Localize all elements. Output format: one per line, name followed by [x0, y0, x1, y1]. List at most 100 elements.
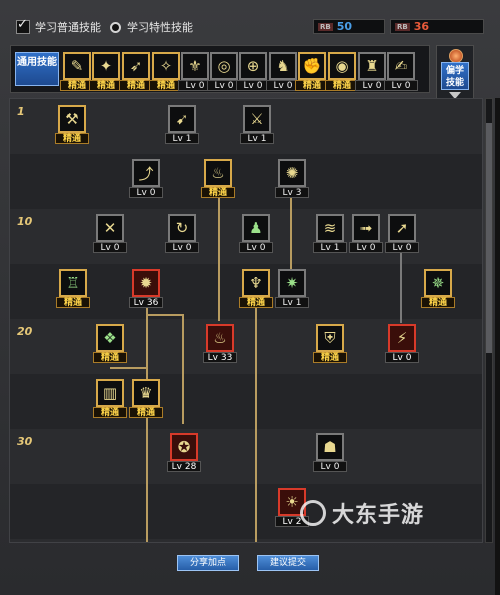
profession-skills-button[interactable]: 偏学技能 — [441, 62, 469, 90]
tree-skill[interactable]: ♛ 精通 — [129, 379, 163, 419]
common-skill[interactable]: ♞ Lv 0 — [266, 52, 300, 92]
common-skills-label[interactable]: 通用技能 — [15, 52, 59, 86]
skill-level: 精通 — [119, 80, 153, 91]
common-skill[interactable]: ⊕ Lv 0 — [236, 52, 270, 92]
stance-icon: ♞ — [269, 52, 297, 80]
top-bar: 学习普通技能 学习特性技能 RB 50 RB 36 — [10, 16, 490, 38]
common-skill[interactable]: ✦ 精通 — [89, 52, 123, 92]
sitting-figure-icon: ✎ — [63, 52, 91, 80]
row-level-label: 1 — [17, 105, 25, 118]
skill-level: 精通 — [93, 352, 127, 363]
tree-skill[interactable]: ➹ Lv 1 — [165, 105, 199, 145]
skill-window: 学习普通技能 学习特性技能 RB 50 RB 36 通用技能 ✎ 精通 ✦ 精通… — [0, 0, 500, 595]
tree-skill[interactable]: ♆ 精通 — [239, 269, 273, 309]
skill-level: Lv 0 — [385, 352, 419, 363]
common-skill[interactable]: ✎ 精通 — [60, 52, 94, 92]
tree-skill[interactable]: ♨ 精通 — [201, 159, 235, 199]
tree-connector — [290, 191, 292, 271]
common-skill[interactable]: ♜ Lv 0 — [355, 52, 389, 92]
skill-level: Lv 0 — [129, 187, 163, 198]
wings-icon: ⚜ — [181, 52, 209, 80]
normal-skills-option[interactable]: 学习普通技能 — [16, 16, 101, 38]
checkbox-icon[interactable] — [16, 17, 30, 34]
common-skill[interactable]: ✊ 精通 — [295, 52, 329, 92]
common-skill[interactable]: ✧ 精通 — [149, 52, 183, 92]
emerald-icon: ✵ — [424, 269, 452, 297]
shield-icon: ⛨ — [316, 324, 344, 352]
watermark-text: 大东手游 — [332, 503, 425, 528]
tree-skill[interactable]: ▥ 精通 — [93, 379, 127, 419]
tree-connector — [146, 304, 148, 542]
kick-icon: ✦ — [92, 52, 120, 80]
submit-suggestion-button[interactable]: 建议提交 — [257, 555, 319, 571]
tree-skill[interactable]: ✵ 精通 — [421, 269, 455, 309]
common-skill[interactable]: ✍ Lv 0 — [384, 52, 418, 92]
tree-connector — [182, 314, 184, 424]
skill-level: Lv 1 — [240, 133, 274, 144]
row-level-label: 10 — [17, 215, 33, 228]
tree-skill[interactable]: ⚒ 精通 — [55, 105, 89, 145]
thrust-icon: ➚ — [388, 214, 416, 242]
gem-icon — [449, 49, 463, 63]
skill-level: Lv 0 — [349, 242, 383, 253]
skill-level: Lv 0 — [93, 242, 127, 253]
radio-icon[interactable] — [110, 21, 121, 33]
skill-level: 精通 — [325, 80, 359, 91]
skill-level: Lv 36 — [129, 297, 163, 308]
sprint-icon: ➶ — [122, 52, 150, 80]
points-tag: RB — [395, 22, 410, 31]
skill-level: Lv 0 — [384, 80, 418, 91]
points-value: 36 — [413, 20, 430, 33]
tree-skill[interactable]: ✷ Lv 1 — [275, 269, 309, 309]
row-level-label: 20 — [17, 325, 33, 338]
fist-icon: ✊ — [298, 52, 326, 80]
tree-skill[interactable]: ⤴ Lv 0 — [129, 159, 163, 199]
skill-level: 精通 — [201, 187, 235, 198]
special-skills-option[interactable]: 学习特性技能 — [110, 16, 193, 38]
cross-strike-icon: ✕ — [96, 214, 124, 242]
skill-level: Lv 28 — [167, 461, 201, 472]
skill-level: 精通 — [239, 297, 273, 308]
tree-skill[interactable]: ⛨ 精通 — [313, 324, 347, 364]
scrollbar-thumb[interactable] — [486, 123, 492, 353]
common-skill[interactable]: ◉ 精通 — [325, 52, 359, 92]
tree-skill[interactable]: ⚡ Lv 0 — [385, 324, 419, 364]
normal-skills-label: 学习普通技能 — [35, 21, 101, 34]
tree-skill[interactable]: ✹ Lv 36 — [129, 269, 163, 309]
tree-skill[interactable]: ☗ Lv 0 — [313, 433, 347, 473]
common-skill[interactable]: ⚜ Lv 0 — [178, 52, 212, 92]
berserk-icon: ✪ — [170, 433, 198, 461]
logo-icon — [300, 500, 326, 526]
common-skill[interactable]: ➶ 精通 — [119, 52, 153, 92]
skill-points-blue: RB 50 — [313, 19, 385, 34]
share-points-button[interactable]: 分享加点 — [177, 555, 239, 571]
guardian-icon: ♟ — [242, 214, 270, 242]
tree-skill[interactable]: ♟ Lv 0 — [239, 214, 273, 254]
tree-skill[interactable]: ♖ 精通 — [56, 269, 90, 309]
tree-skill[interactable]: ✕ Lv 0 — [93, 214, 127, 254]
tree-skill[interactable]: ✺ Lv 3 — [275, 159, 309, 199]
scrollbar[interactable] — [485, 98, 493, 543]
points-tag: RB — [318, 22, 333, 31]
tree-skill[interactable]: ⚔ Lv 1 — [240, 105, 274, 145]
skill-level: 精通 — [56, 297, 90, 308]
tree-skill[interactable]: ↻ Lv 0 — [165, 214, 199, 254]
skill-points-red: RB 36 — [390, 19, 484, 34]
tree-connector — [400, 247, 402, 323]
gate-icon: ▥ — [96, 379, 124, 407]
skill-level: Lv 1 — [165, 133, 199, 144]
tree-skill[interactable]: ≋ Lv 1 — [313, 214, 347, 254]
skill-level: 精通 — [55, 133, 89, 144]
tree-skill[interactable]: ♨ Lv 33 — [203, 324, 237, 364]
common-skill[interactable]: ◎ Lv 0 — [207, 52, 241, 92]
tree-connector — [110, 367, 146, 369]
tree-skill[interactable]: ❖ 精通 — [93, 324, 127, 364]
tree-skill[interactable]: ✪ Lv 28 — [167, 433, 201, 473]
green-star-icon: ✷ — [278, 269, 306, 297]
skill-level: Lv 3 — [275, 187, 309, 198]
claw-icon: ≋ — [316, 214, 344, 242]
fire-totem-icon: ♨ — [206, 324, 234, 352]
tree-skill[interactable]: ➚ Lv 0 — [385, 214, 419, 254]
eye-icon: ◉ — [328, 52, 356, 80]
tree-skill[interactable]: ➟ Lv 0 — [349, 214, 383, 254]
